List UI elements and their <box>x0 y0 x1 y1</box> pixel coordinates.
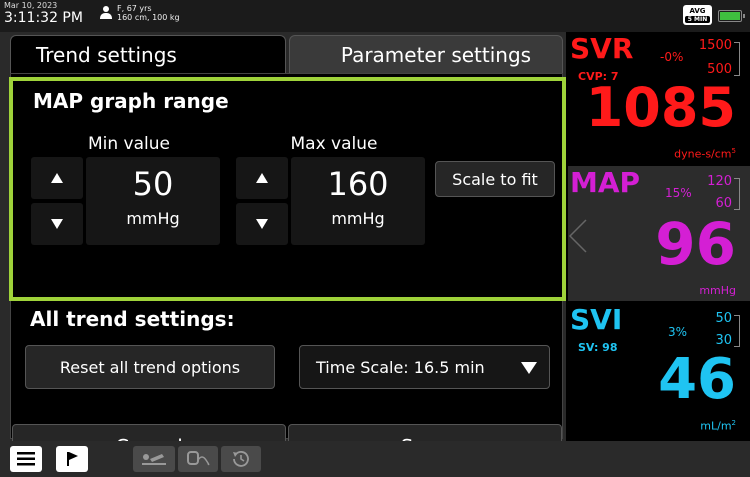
battery-icon <box>718 10 745 22</box>
max-value-label: Max value <box>290 134 378 154</box>
svr-unit: dyne-s/cm <box>674 147 732 161</box>
max-value: 160 <box>327 165 389 203</box>
arrow-up-icon <box>51 173 63 183</box>
arrow-down-icon <box>51 219 63 229</box>
svr-change: -0% <box>660 50 684 64</box>
svi-name: SVI <box>570 303 623 336</box>
max-decrement-button[interactable] <box>236 203 288 245</box>
min-value-label: Min value <box>87 134 170 154</box>
arrow-down-icon <box>256 219 268 229</box>
scale-to-fit-button[interactable]: Scale to fit <box>435 161 555 197</box>
map-value: 96 <box>655 210 736 278</box>
settings-dialog: Trend settings Parameter settings MAP gr… <box>0 32 566 470</box>
svr-unit-group: dyne-s/cm5 <box>674 147 736 161</box>
history-button[interactable] <box>221 446 261 472</box>
map-range-title: MAP graph range <box>33 89 229 113</box>
min-value-display: 50 mmHg <box>86 157 220 245</box>
status-bar: Mar 10, 2023 3:11:32 PM F, 67 yrs 160 cm… <box>0 0 750 32</box>
svr-tile[interactable]: SVR CVP: 7 -0% 1500 500 1085 dyne-s/cm5 <box>568 32 750 164</box>
svi-unit: mL/m <box>700 419 732 433</box>
avg-period: 5 MIN <box>685 16 710 23</box>
svi-unit-group: mL/m2 <box>700 419 736 433</box>
min-unit: mmHg <box>126 209 180 228</box>
sensor-icon <box>187 451 210 466</box>
max-value-stepper: 160 mmHg <box>236 157 425 247</box>
map-name: MAP <box>570 166 641 199</box>
map-range-section: MAP graph range Min value Max value 50 m… <box>9 77 566 301</box>
min-increment-button[interactable] <box>31 157 83 199</box>
time-label: 3:11:32 PM <box>4 10 83 26</box>
patient-demographics: F, 67 yrs <box>117 4 152 13</box>
tab-trend-settings[interactable]: Trend settings <box>10 35 286 73</box>
history-icon <box>233 451 249 467</box>
sv-value: SV: 98 <box>578 341 618 354</box>
svr-limit-bracket <box>734 42 740 76</box>
bed-icon <box>142 454 166 465</box>
reset-trend-options-button[interactable]: Reset all trend options <box>25 345 275 389</box>
flag-icon <box>67 452 78 466</box>
time-scale-dropdown[interactable]: Time Scale: 16.5 min <box>299 345 550 389</box>
max-unit: mmHg <box>331 209 385 228</box>
min-value: 50 <box>132 165 174 203</box>
menu-button[interactable] <box>10 446 42 472</box>
map-change: 15% <box>665 186 692 200</box>
flag-button[interactable] <box>56 446 88 472</box>
all-trend-settings-title: All trend settings: <box>30 307 235 331</box>
patient-measurements: 160 cm, 100 kg <box>117 13 180 22</box>
tab-parameter-settings[interactable]: Parameter settings <box>289 35 563 73</box>
arrow-up-icon <box>256 173 268 183</box>
chevron-down-icon <box>521 362 537 374</box>
svi-tile[interactable]: SVI SV: 98 3% 50 30 46 mL/m2 <box>568 303 750 439</box>
svi-value: 46 <box>658 347 736 412</box>
selected-tile-pointer-icon <box>568 219 587 253</box>
svr-name: SVR <box>570 32 634 65</box>
svi-change: 3% <box>668 325 688 339</box>
min-value-stepper: 50 mmHg <box>31 157 220 247</box>
svr-upper-limit: 1500 <box>698 38 732 53</box>
patient-info[interactable]: F, 67 yrs 160 cm, 100 kg <box>100 4 180 22</box>
svi-limit-bracket <box>734 315 740 347</box>
bottom-toolbar <box>0 441 750 477</box>
map-tile[interactable]: MAP 15% 120 60 96 mmHg <box>568 166 750 301</box>
menu-icon <box>17 452 35 466</box>
svr-unit-exponent: 5 <box>731 147 736 155</box>
svr-value: 1085 <box>585 76 736 139</box>
patient-icon <box>100 6 112 20</box>
map-limit-bracket <box>734 178 740 210</box>
svi-unit-exponent: 2 <box>731 419 736 427</box>
min-decrement-button[interactable] <box>31 203 83 245</box>
max-increment-button[interactable] <box>236 157 288 199</box>
patient-position-button[interactable] <box>133 446 175 472</box>
svi-upper-limit: 50 <box>715 311 732 326</box>
date-label: Mar 10, 2023 <box>4 1 58 10</box>
date-time: Mar 10, 2023 3:11:32 PM <box>4 1 83 26</box>
time-scale-value: Time Scale: 16.5 min <box>316 357 485 377</box>
avg-label: AVG <box>689 7 706 15</box>
averaging-badge[interactable]: AVG 5 MIN <box>683 5 712 25</box>
sensor-button[interactable] <box>178 446 218 472</box>
map-unit: mmHg <box>699 284 736 297</box>
map-upper-limit: 120 <box>707 174 732 189</box>
max-value-display: 160 mmHg <box>291 157 425 245</box>
